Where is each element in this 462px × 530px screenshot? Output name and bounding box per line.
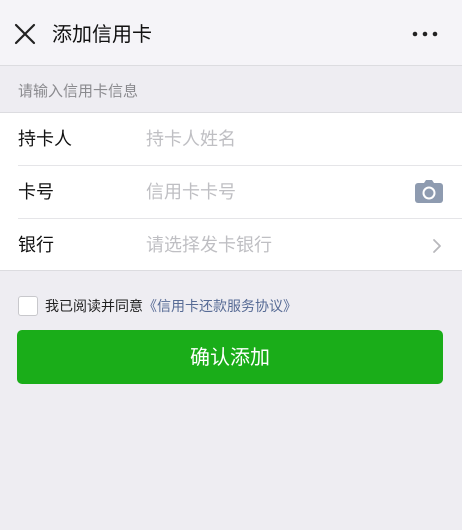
bank-select[interactable]: 请选择发卡银行: [146, 233, 272, 259]
more-icon: [412, 31, 438, 37]
close-button[interactable]: [10, 19, 40, 49]
confirm-add-button[interactable]: 确认添加: [17, 330, 443, 384]
bank-label: 银行: [18, 235, 54, 256]
camera-icon: [415, 180, 443, 203]
bank-row[interactable]: 银行 请选择发卡银行: [0, 219, 462, 272]
title-bar: 添加信用卡: [0, 0, 462, 66]
card-number-row: 卡号: [0, 166, 462, 219]
credit-card-form: 持卡人 卡号 银行 请选择发卡银行: [0, 112, 462, 271]
card-number-input[interactable]: [146, 176, 396, 208]
close-icon: [14, 23, 36, 45]
chevron-right-icon: [433, 239, 441, 253]
agreement-link[interactable]: 《信用卡还款服务协议》: [143, 299, 297, 315]
scan-card-button[interactable]: [414, 179, 444, 205]
cardholder-row: 持卡人: [0, 113, 462, 166]
agreement-text: 我已阅读并同意《信用卡还款服务协议》: [45, 297, 297, 317]
cardholder-input[interactable]: [146, 123, 396, 155]
section-label: 请输入信用卡信息: [18, 82, 139, 100]
card-number-label: 卡号: [18, 182, 54, 203]
cardholder-label: 持卡人: [18, 129, 72, 150]
agreement-prefix: 我已阅读并同意: [45, 299, 143, 315]
agreement-checkbox[interactable]: [18, 296, 38, 316]
page-title: 添加信用卡: [52, 22, 152, 46]
more-button[interactable]: [408, 22, 442, 46]
